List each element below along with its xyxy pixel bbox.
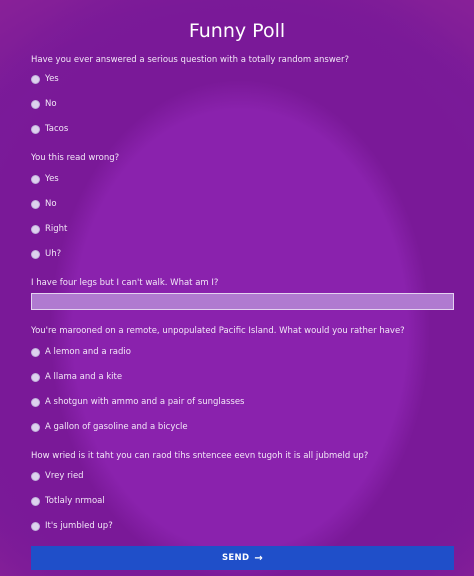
radio-button[interactable] bbox=[31, 174, 40, 184]
send-button-label: SEND bbox=[222, 553, 250, 563]
question-1-option-tacos[interactable]: Tacos bbox=[31, 123, 68, 135]
question-1-option-no[interactable]: No bbox=[31, 98, 57, 110]
radio-button[interactable] bbox=[31, 372, 40, 382]
question-1-option-yes[interactable]: Yes bbox=[31, 73, 59, 85]
answer-text-input[interactable] bbox=[31, 293, 454, 310]
radio-button[interactable] bbox=[31, 199, 40, 209]
radio-button[interactable] bbox=[31, 521, 40, 531]
question-2-option-no[interactable]: No bbox=[31, 198, 57, 210]
option-label: It's jumbled up? bbox=[45, 521, 113, 531]
radio-button[interactable] bbox=[31, 224, 40, 234]
question-2-option-yes[interactable]: Yes bbox=[31, 173, 59, 185]
arrow-right-icon: → bbox=[254, 552, 263, 564]
option-label: No bbox=[45, 99, 57, 109]
question-2-option-right[interactable]: Right bbox=[31, 223, 67, 235]
radio-button[interactable] bbox=[31, 422, 40, 432]
question-5-option-jumbled-up[interactable]: It's jumbled up? bbox=[31, 520, 113, 532]
option-label: A llama and a kite bbox=[45, 372, 123, 382]
question-4-option-llama-kite[interactable]: A llama and a kite bbox=[31, 371, 122, 383]
option-label: Uh? bbox=[45, 249, 62, 259]
question-3-label: I have four legs but I can't walk. What … bbox=[31, 278, 219, 288]
question-1-label: Have you ever answered a serious questio… bbox=[31, 55, 350, 65]
page-title: Funny Poll bbox=[188, 20, 286, 42]
radio-button[interactable] bbox=[31, 347, 40, 357]
radio-button[interactable] bbox=[31, 397, 40, 407]
option-label: Yes bbox=[45, 174, 59, 184]
question-2-option-uh[interactable]: Uh? bbox=[31, 248, 61, 260]
option-label: No bbox=[45, 199, 57, 209]
question-5-option-totlaly-nrmoal[interactable]: Totlaly nrmoal bbox=[31, 495, 105, 507]
option-label: Right bbox=[45, 224, 68, 234]
send-button[interactable]: SEND → bbox=[31, 546, 454, 570]
question-4-option-gasoline-bicycle[interactable]: A gallon of gasoline and a bicycle bbox=[31, 421, 188, 433]
option-label: Vrey ried bbox=[45, 471, 84, 481]
radio-button[interactable] bbox=[31, 124, 40, 134]
question-4-option-lemon-radio[interactable]: A lemon and a radio bbox=[31, 346, 131, 358]
option-label: A shotgun with ammo and a pair of sungla… bbox=[45, 397, 245, 407]
radio-button[interactable] bbox=[31, 496, 40, 506]
poll-form: Funny Poll Have you ever answered a seri… bbox=[0, 0, 474, 576]
radio-button[interactable] bbox=[31, 249, 40, 259]
option-label: A gallon of gasoline and a bicycle bbox=[45, 422, 188, 432]
radio-button[interactable] bbox=[31, 99, 40, 109]
radio-button[interactable] bbox=[31, 471, 40, 481]
question-4-label: You're marooned on a remote, unpopulated… bbox=[31, 326, 405, 336]
question-5-option-vrey-ried[interactable]: Vrey ried bbox=[31, 470, 84, 482]
question-5-label: How wried is it taht you can raod tihs s… bbox=[31, 451, 369, 461]
question-4-option-shotgun-sunglasses[interactable]: A shotgun with ammo and a pair of sungla… bbox=[31, 396, 245, 408]
option-label: Yes bbox=[45, 74, 59, 84]
radio-button[interactable] bbox=[31, 74, 40, 84]
option-label: A lemon and a radio bbox=[45, 347, 131, 357]
question-2-label: You this read wrong? bbox=[31, 153, 120, 163]
option-label: Tacos bbox=[45, 124, 69, 134]
option-label: Totlaly nrmoal bbox=[45, 496, 105, 506]
